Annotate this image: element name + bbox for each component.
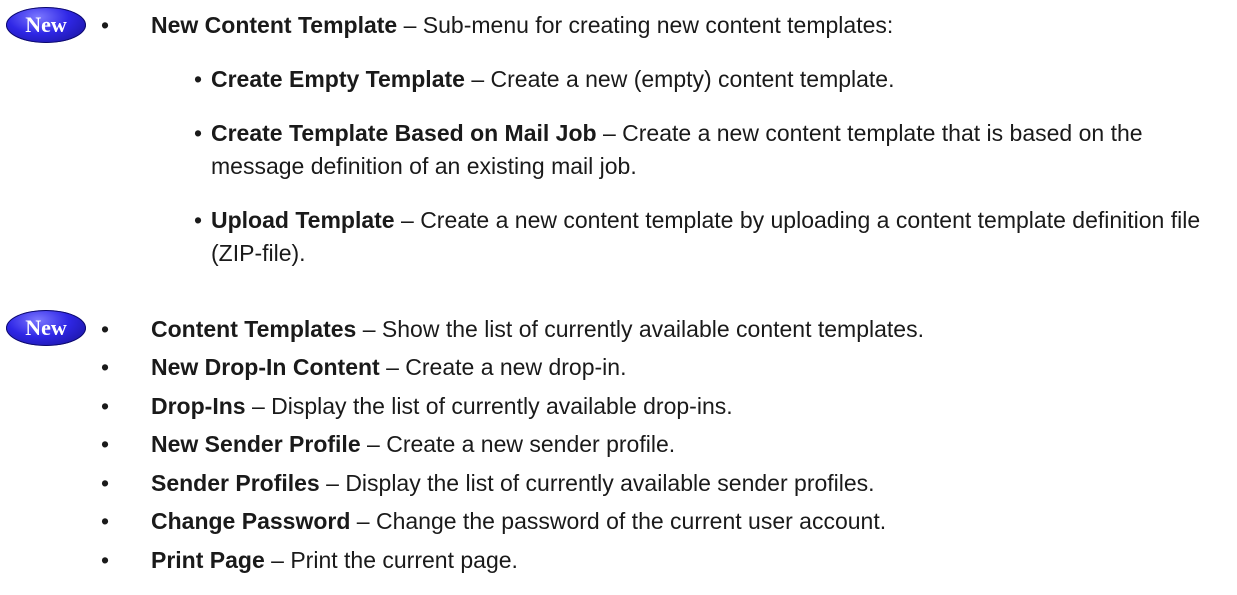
list-item-text: Print Page – Print the current page. <box>151 544 518 577</box>
menu-description: Create a new (empty) content template. <box>490 66 895 92</box>
menu-description: Display the list of currently available … <box>271 393 733 419</box>
document-page: New New • New Content Template – Sub-men… <box>0 0 1237 595</box>
menu-term: Content Templates <box>151 316 357 342</box>
menu-term: Create Template Based on Mail Job <box>211 120 597 146</box>
sub-list-item-text: Create Empty Template – Create a new (em… <box>211 63 1221 96</box>
dash: – <box>397 12 423 38</box>
list-item-text: New Content Template – Sub-menu for crea… <box>151 9 893 42</box>
bullet: • <box>101 316 110 342</box>
bullet: • <box>101 354 110 380</box>
menu-description: Display the list of currently available … <box>345 470 875 496</box>
dash: – <box>245 393 272 419</box>
bullet: • <box>194 207 203 233</box>
sub-list-item-text: Create Template Based on Mail Job – Crea… <box>211 117 1221 183</box>
list-item-text: New Sender Profile – Create a new sender… <box>151 428 675 461</box>
menu-description: Print the current page. <box>290 547 518 573</box>
bullet: • <box>101 508 110 534</box>
list-item-text: Content Templates – Show the list of cur… <box>151 313 924 346</box>
dash: – <box>596 120 623 146</box>
bullet: • <box>194 66 203 92</box>
menu-description: Create a new drop-in. <box>405 354 627 380</box>
menu-term: Upload Template <box>211 207 395 233</box>
bullet: • <box>194 120 203 146</box>
new-badge-icon: New <box>6 310 86 346</box>
menu-term: New Sender Profile <box>151 431 361 457</box>
list-item-text: New Drop-In Content – Create a new drop-… <box>151 351 626 384</box>
bullet: • <box>101 12 110 38</box>
list-item-text: Sender Profiles – Display the list of cu… <box>151 467 875 500</box>
new-badge-icon: New <box>6 7 86 43</box>
menu-description: Show the list of currently available con… <box>381 316 924 342</box>
sub-list-item: • Create Template Based on Mail Job – Cr… <box>194 117 1224 183</box>
bullet: • <box>101 393 110 419</box>
dash: – <box>379 354 406 380</box>
dash: – <box>350 508 376 534</box>
menu-term: Print Page <box>151 547 265 573</box>
dash: – <box>319 470 346 496</box>
menu-term: Change Password <box>151 508 351 534</box>
menu-description: Change the password of the current user … <box>375 508 887 534</box>
bullet: • <box>101 547 110 573</box>
menu-term: Drop-Ins <box>151 393 246 419</box>
dash: – <box>394 207 421 233</box>
menu-description: Sub-menu for creating new content templa… <box>422 12 894 38</box>
menu-term: New Content Template <box>151 12 398 38</box>
dash: – <box>264 547 291 573</box>
list-item-text: Drop-Ins – Display the list of currently… <box>151 390 733 423</box>
dash: – <box>464 66 491 92</box>
new-badge-label: New <box>25 315 67 340</box>
sub-list-item-text: Upload Template – Create a new content t… <box>211 204 1221 270</box>
menu-description: Create a new sender profile. <box>386 431 676 457</box>
menu-term: Create Empty Template <box>211 66 465 92</box>
sub-list-item: • Create Empty Template – Create a new (… <box>194 63 1224 96</box>
sub-list-item: • Upload Template – Create a new content… <box>194 204 1224 270</box>
new-badge-label: New <box>25 12 67 37</box>
bullet: • <box>101 470 110 496</box>
dash: – <box>356 316 382 342</box>
menu-term: New Drop-In Content <box>151 354 380 380</box>
dash: – <box>360 431 387 457</box>
bullet: • <box>101 431 110 457</box>
menu-term: Sender Profiles <box>151 470 320 496</box>
list-item-text: Change Password – Change the password of… <box>151 505 886 538</box>
